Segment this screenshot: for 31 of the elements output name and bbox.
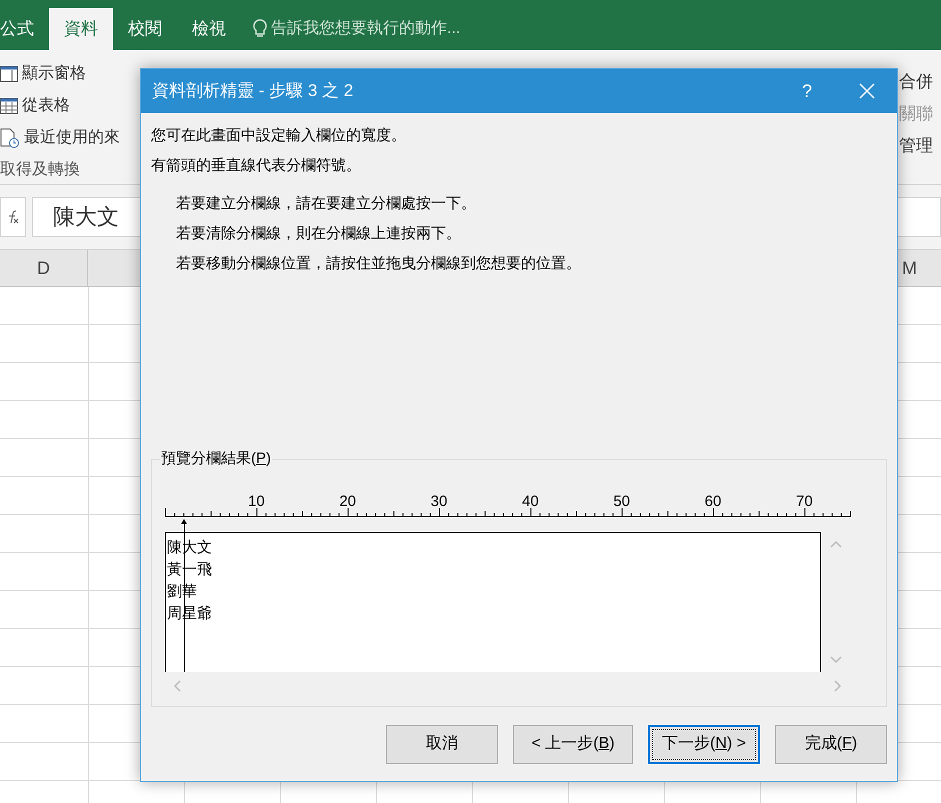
dialog-button[interactable]: < 上一步(B) — [513, 724, 633, 764]
scroll-right-icon[interactable] — [834, 680, 842, 692]
ribbon-item[interactable]: 管理 — [899, 132, 941, 160]
group-label: 取得及轉換 — [0, 160, 81, 180]
column-header: M — [901, 256, 918, 280]
tell-me-field[interactable]: 告訴我您想要執行的動作... — [271, 17, 531, 41]
instruction-text: 若要清除分欄線，則在分欄線上連按兩下。 — [176, 224, 462, 244]
ribbon-item[interactable]: 顯示窗格 — [0, 58, 120, 90]
instruction-text: 有箭頭的垂直線代表分欄符號。 — [151, 156, 362, 176]
scroll-left-icon[interactable] — [173, 680, 181, 692]
lightbulb-icon — [253, 19, 267, 39]
ribbon-tab[interactable]: 檢視 — [177, 8, 241, 50]
dialog-button[interactable]: 取消 — [386, 724, 498, 764]
column-header: D — [0, 250, 88, 286]
ribbon-item[interactable]: 從表格 — [0, 90, 120, 122]
scroll-up-icon[interactable] — [830, 540, 842, 548]
ribbon-tab[interactable]: 公式 — [0, 8, 49, 50]
instruction-text: 您可在此畫面中設定輸入欄位的寬度。 — [151, 126, 407, 146]
dialog-button[interactable]: 完成(F) — [775, 724, 887, 764]
dialog-title: 資料剖析精靈 - 步驟 3 之 2 — [152, 80, 354, 102]
ribbon-item[interactable]: 合併 — [899, 68, 941, 96]
scroll-down-icon[interactable] — [830, 656, 842, 664]
ribbon-tab[interactable]: 校閱 — [113, 8, 177, 50]
dialog-button[interactable]: 下一步(N) > — [648, 724, 760, 764]
help-button[interactable]: ? — [777, 69, 837, 113]
instruction-text: 若要移動分欄線位置，請按住並拖曳分欄線到您想要的位置。 — [176, 254, 582, 274]
close-icon — [859, 83, 875, 99]
ruler: 10 20 30 40 50 60 70 — [165, 492, 852, 528]
instruction-text: 若要建立分欄線，請在要建立分欄處按一下。 — [176, 194, 477, 214]
ribbon-item[interactable]: 最近使用的來 — [0, 122, 120, 154]
ribbon-tab[interactable]: 資料 — [49, 8, 113, 50]
